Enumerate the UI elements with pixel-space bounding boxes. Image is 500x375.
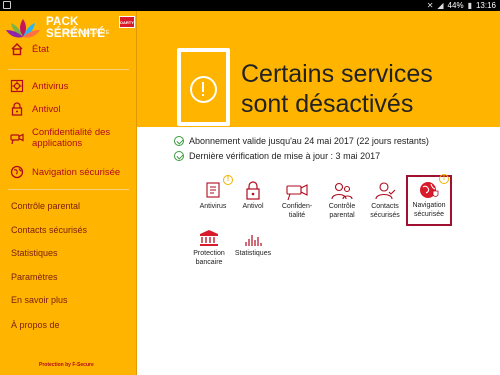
antivirus-icon (10, 79, 24, 93)
mute-icon: ✕ (426, 1, 434, 10)
wifi-icon: ◢ (437, 1, 444, 10)
antivirus-icon (206, 182, 220, 198)
tile-navigation-securisee[interactable]: ! Navigation sécurisée (406, 174, 452, 226)
tile-contacts-securises[interactable]: Contacts sécurisés (363, 180, 407, 220)
camera-icon (286, 184, 308, 201)
notification-icon (3, 1, 11, 9)
check-icon (174, 136, 184, 146)
tile-label: Statistiques (234, 250, 272, 257)
status-header: Certains services sont désactivés (137, 11, 500, 127)
sidebar-item-label: État (32, 43, 49, 55)
tile-statistiques[interactable]: Statistiques (233, 227, 273, 259)
camera-icon (10, 133, 24, 145)
globe-icon (420, 182, 439, 198)
sidebar-item-contacts[interactable]: Contacts sécurisés (11, 225, 87, 235)
home-icon (11, 43, 23, 56)
clock: 13:16 (475, 1, 496, 10)
bank-icon (200, 230, 218, 246)
footer-protection: Protection by F-Secure (39, 362, 94, 368)
sidebar-item-controle-parental[interactable]: Contrôle parental (11, 201, 80, 211)
sidebar-item-en-savoir-plus[interactable]: En savoir plus (11, 295, 68, 305)
subscription-status: Abonnement valide jusqu'au 24 mai 2017 (… (174, 136, 429, 146)
status-bar: ✕ ◢ 44% ▮ 13:16 (0, 0, 500, 11)
sidebar-item-label: Confidentialité des applications (32, 127, 111, 149)
tile-label: Antivirus (199, 203, 227, 210)
sidebar-item-statistiques[interactable]: Statistiques (11, 248, 58, 258)
globe-icon (10, 165, 24, 179)
tile-label: Contrôle parental (328, 203, 356, 219)
tile-label: Confiden- tialité (281, 203, 313, 219)
parental-icon (331, 182, 353, 200)
tile-controle-parental[interactable]: Contrôle parental (320, 180, 364, 220)
subscription-text: Abonnement valide jusqu'au 24 mai 2017 (… (189, 136, 429, 146)
sidebar-item-parametres[interactable]: Paramètres (11, 272, 58, 282)
main-content: Abonnement valide jusqu'au 24 mai 2017 (… (137, 127, 500, 375)
divider (8, 69, 129, 70)
sidebar-item-etat[interactable]: État (0, 40, 137, 58)
tile-antivirus[interactable]: ! Antivirus (191, 175, 235, 212)
lock-icon (11, 102, 23, 116)
divider (8, 189, 129, 190)
darty-logo: DARTY (119, 16, 135, 28)
lock-icon (246, 181, 260, 200)
sidebar-item-label: Antivirus (32, 80, 69, 92)
stats-icon (245, 235, 262, 246)
tile-confidentialite[interactable]: Confiden- tialité (275, 180, 319, 220)
tile-protection-bancaire[interactable]: Protection bancaire (187, 227, 231, 267)
tile-label: Antivol (242, 203, 264, 210)
sidebar-item-a-propos[interactable]: À propos de (11, 320, 60, 330)
sidebar-item-label: Navigation sécurisée (32, 166, 121, 178)
sidebar-item-antivol[interactable]: Antivol (0, 100, 137, 118)
warning-badge: ! (439, 174, 449, 184)
sidebar-item-confidentialite[interactable]: Confidentialité des applications (0, 127, 137, 149)
lotus-logo-icon (6, 19, 40, 38)
update-text: Dernière vérification de mise à jour : 3… (189, 151, 381, 161)
tile-antivol[interactable]: Antivol (231, 180, 275, 212)
tile-label: Contacts sécurisés (370, 203, 400, 219)
page-title: Certains services sont désactivés (241, 60, 433, 118)
contacts-icon (375, 182, 396, 200)
sidebar-item-antivirus[interactable]: Antivirus (0, 77, 137, 95)
check-icon (174, 151, 184, 161)
tile-label: Navigation sécurisée (412, 202, 446, 218)
sidebar: PACK SÉRÉNITÉ DARTY SÉCURITÉ DARTY État … (0, 11, 137, 375)
device-card (177, 48, 230, 126)
sidebar-item-navigation[interactable]: Navigation sécurisée (0, 163, 137, 181)
battery-level: 44% (447, 1, 464, 10)
tile-label: Protection bancaire (193, 250, 225, 266)
update-status: Dernière vérification de mise à jour : 3… (174, 151, 380, 161)
brand-subtitle: DARTY SÉCURITÉ (62, 30, 110, 36)
sidebar-item-label: Antivol (32, 103, 61, 115)
warning-icon (190, 76, 217, 103)
battery-icon: ▮ (467, 1, 472, 10)
